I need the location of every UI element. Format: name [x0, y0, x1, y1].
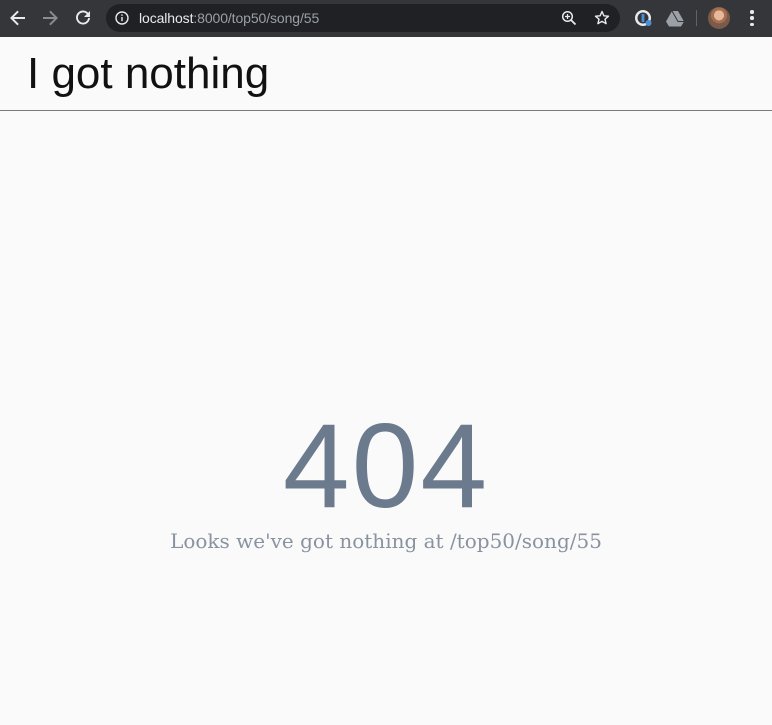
- star-icon[interactable]: [594, 10, 610, 26]
- back-button[interactable]: [6, 6, 30, 30]
- forward-button[interactable]: [38, 6, 62, 30]
- drive-icon[interactable]: [665, 8, 685, 28]
- page-title: I got nothing: [27, 49, 270, 98]
- info-icon[interactable]: [115, 11, 129, 25]
- reload-button[interactable]: [71, 6, 95, 30]
- toolbar-separator: [696, 10, 697, 26]
- arrow-right-icon: [43, 10, 58, 26]
- url-host: localhost: [139, 10, 194, 26]
- avatar[interactable]: [708, 7, 730, 29]
- browser-toolbar: localhost:8000/top50/song/55: [0, 0, 772, 37]
- error-message: Looks we've got nothing at /top50/song/5…: [170, 529, 602, 553]
- password-manager-icon[interactable]: [633, 8, 653, 28]
- arrow-left-icon: [10, 10, 25, 26]
- reload-icon: [76, 10, 90, 25]
- url-path: :8000/top50/song/55: [193, 10, 320, 26]
- zoom-icon[interactable]: [561, 10, 577, 26]
- error-code: 404: [282, 399, 490, 533]
- address-bar[interactable]: localhost:8000/top50/song/55: [106, 4, 620, 32]
- page-header: I got nothing: [0, 37, 772, 111]
- url-text[interactable]: localhost:8000/top50/song/55: [139, 10, 319, 26]
- more-vertical-icon[interactable]: [744, 8, 760, 28]
